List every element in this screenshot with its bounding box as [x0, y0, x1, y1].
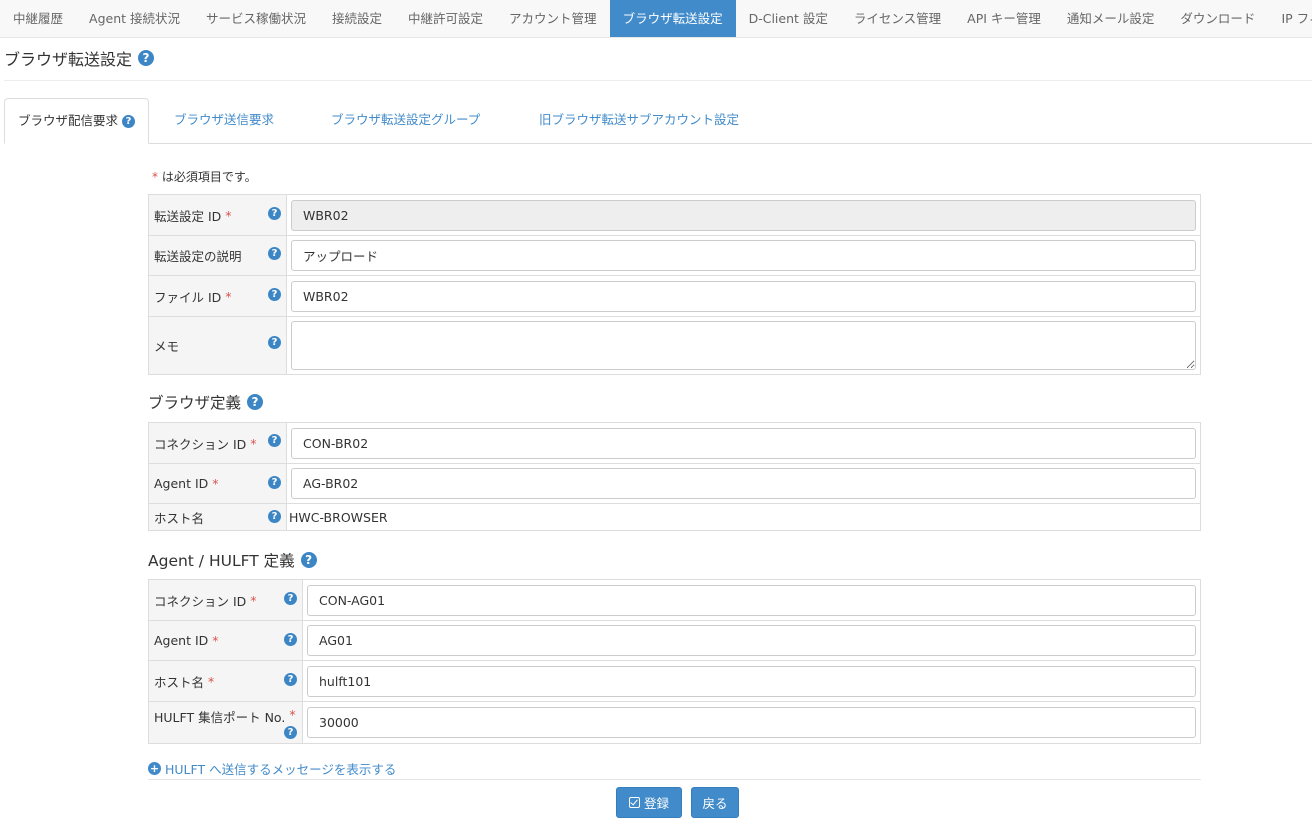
tab-browser-transfer-group[interactable]: ブラウザ転送設定グループ [331, 98, 480, 144]
help-icon[interactable]: ? [284, 592, 297, 605]
table-row: HULFT 集信ポート No. * ? [149, 702, 1200, 743]
nav-item-agent-status[interactable]: Agent 接続状況 [76, 0, 193, 37]
show-hulft-message-link[interactable]: + HULFT へ送信するメッセージを表示する [148, 759, 396, 778]
field-label: ホスト名 * ? [149, 661, 303, 701]
nav-item-browser-transfer[interactable]: ブラウザ転送設定 [609, 0, 736, 37]
table-row: 転送設定 ID * ? [149, 195, 1200, 236]
field-label: Agent ID * ? [149, 621, 303, 660]
required-note: * は必須項目です。 [152, 168, 257, 185]
table-row: メモ ? [149, 317, 1200, 374]
nav-item-license[interactable]: ライセンス管理 [841, 0, 954, 37]
register-button[interactable]: 登録 [616, 787, 682, 818]
field-label: コネクション ID * ? [149, 423, 287, 463]
memo-textarea[interactable] [291, 321, 1196, 370]
browser-connection-id-field[interactable] [291, 427, 1196, 459]
nav-item-connection-settings[interactable]: 接続設定 [319, 0, 395, 37]
nav-item-relay-history[interactable]: 中継履歴 [0, 0, 76, 37]
description-field[interactable] [291, 240, 1196, 271]
section-title: Agent / HULFT 定義 [148, 552, 295, 570]
nav-item-service-status[interactable]: サービス稼働状況 [193, 0, 319, 37]
file-id-field[interactable] [291, 280, 1196, 312]
table-row: コネクション ID * ? [149, 580, 1200, 621]
nav-item-ip-filter[interactable]: IP フィルタ [1268, 0, 1312, 37]
browser-host-name-value: HWC-BROWSER [289, 509, 388, 525]
agent-host-name-field[interactable] [307, 665, 1196, 697]
tab-browser-delivery-request[interactable]: ブラウザ配信要求 ? [4, 98, 150, 144]
required-mark: * [250, 592, 257, 608]
required-mark: * [212, 633, 219, 648]
required-mark: * [289, 707, 296, 722]
field-label: ホスト名 ? [149, 504, 287, 530]
nav-item-d-client[interactable]: D-Client 設定 [736, 0, 841, 37]
field-label: 転送設定 ID * ? [149, 195, 287, 235]
help-icon[interactable]: ? [268, 336, 281, 349]
help-icon[interactable]: ? [284, 633, 297, 646]
browser-definition-heading: ブラウザ定義 ? [148, 391, 264, 413]
help-icon[interactable]: ? [284, 726, 297, 739]
browser-definition-table: コネクション ID * ? Agent ID * ? ホスト名 ? HWC-BR… [148, 422, 1201, 531]
help-icon[interactable]: ? [247, 394, 264, 410]
section-title: ブラウザ定義 [148, 394, 242, 412]
tab-label: ブラウザ配信要求 [18, 113, 119, 128]
nav-item-api-key[interactable]: API キー管理 [954, 0, 1054, 37]
table-row: Agent ID * ? [149, 621, 1200, 661]
tab-browser-send-request[interactable]: ブラウザ送信要求 [174, 98, 274, 144]
table-row: ホスト名 * ? [149, 661, 1200, 702]
table-row: ホスト名 ? HWC-BROWSER [149, 504, 1200, 530]
nav-item-notification-mail[interactable]: 通知メール設定 [1054, 0, 1168, 37]
help-icon[interactable]: ? [122, 114, 136, 128]
divider [4, 80, 1312, 81]
help-icon[interactable]: ? [300, 552, 317, 568]
basic-settings-table: 転送設定 ID * ? 転送設定の説明 ? ファイル ID * ? メモ ? [148, 194, 1201, 375]
help-icon[interactable]: ? [268, 476, 281, 489]
help-icon[interactable]: ? [268, 247, 281, 260]
required-mark: * [225, 207, 232, 223]
browser-agent-id-field[interactable] [291, 468, 1196, 499]
agent-id-field[interactable] [307, 625, 1196, 656]
required-mark: * [250, 435, 257, 451]
help-icon[interactable]: ? [268, 288, 281, 301]
field-label: Agent ID * ? [149, 464, 287, 503]
agent-hulft-definition-heading: Agent / HULFT 定義 ? [148, 549, 317, 571]
page-title: ブラウザ転送設定 [4, 50, 133, 69]
plus-circle-icon: + [148, 762, 161, 775]
help-icon[interactable]: ? [268, 510, 281, 523]
required-mark: * [212, 476, 219, 491]
nav-item-account-management[interactable]: アカウント管理 [496, 0, 610, 37]
nav-item-relay-permission[interactable]: 中継許可設定 [395, 0, 496, 37]
field-label: HULFT 集信ポート No. * ? [149, 702, 303, 743]
back-button[interactable]: 戻る [691, 787, 739, 818]
field-label: 転送設定の説明 ? [149, 236, 287, 275]
field-label: ファイル ID * ? [149, 276, 287, 316]
required-note-text: は必須項目です。 [161, 170, 257, 184]
table-row: 転送設定の説明 ? [149, 236, 1200, 276]
top-navigation: 中継履歴 Agent 接続状況 サービス稼働状況 接続設定 中継許可設定 アカウ… [0, 0, 1312, 38]
required-mark: * [225, 288, 232, 304]
transfer-setting-id-field [291, 199, 1196, 231]
table-row: コネクション ID * ? [149, 423, 1200, 464]
page-title-block: ブラウザ転送設定 ? [4, 47, 155, 69]
required-mark: * [152, 170, 158, 184]
required-mark: * [208, 673, 215, 689]
table-row: ファイル ID * ? [149, 276, 1200, 317]
field-label: メモ ? [149, 317, 287, 374]
help-icon[interactable]: ? [138, 50, 155, 66]
tab-bar: ブラウザ配信要求 ? ブラウザ送信要求 ブラウザ転送設定グループ 旧ブラウザ転送… [4, 98, 1312, 144]
table-row: Agent ID * ? [149, 464, 1200, 504]
tab-legacy-sub-account[interactable]: 旧ブラウザ転送サブアカウント設定 [539, 98, 739, 144]
help-icon[interactable]: ? [268, 207, 281, 220]
help-icon[interactable]: ? [284, 673, 297, 686]
divider [148, 779, 1201, 780]
nav-item-download[interactable]: ダウンロード [1167, 0, 1268, 37]
hulft-receive-port-field[interactable] [307, 707, 1196, 738]
help-icon[interactable]: ? [268, 434, 281, 447]
field-label: コネクション ID * ? [149, 580, 303, 620]
agent-hulft-definition-table: コネクション ID * ? Agent ID * ? ホスト名 * ? HULF… [148, 579, 1201, 744]
check-square-icon [628, 797, 640, 808]
agent-connection-id-field[interactable] [307, 584, 1196, 616]
link-label: HULFT へ送信するメッセージを表示する [165, 762, 397, 777]
